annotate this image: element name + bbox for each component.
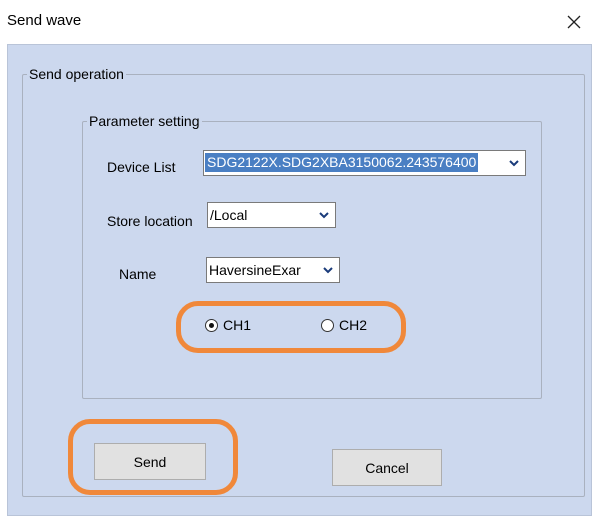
- parameter-setting-legend: Parameter setting: [89, 113, 200, 129]
- device-list-label: Device List: [107, 159, 176, 175]
- window-title: Send wave: [7, 12, 82, 29]
- ch1-radio[interactable]: CH1: [205, 317, 251, 333]
- device-list-value: SDG2122X.SDG2XBA3150062.243576400: [205, 153, 479, 172]
- name-dropdown[interactable]: HaversineExar: [206, 257, 340, 283]
- send-operation-legend: Send operation: [29, 66, 124, 82]
- title-bar: Send wave: [0, 0, 597, 44]
- close-button[interactable]: [551, 0, 597, 44]
- dialog-body: Send operation Parameter setting Device …: [7, 44, 592, 516]
- close-icon: [567, 15, 581, 29]
- chevron-down-icon: [317, 258, 339, 282]
- cancel-button[interactable]: Cancel: [332, 449, 442, 486]
- name-value: HaversineExar: [209, 262, 301, 278]
- radio-unchecked-icon: [321, 318, 334, 332]
- ch2-radio[interactable]: CH2: [321, 317, 367, 333]
- ch1-label: CH1: [223, 317, 252, 333]
- device-list-dropdown[interactable]: SDG2122X.SDG2XBA3150062.243576400: [203, 150, 526, 176]
- radio-checked-icon: [205, 318, 218, 332]
- store-location-label: Store location: [107, 213, 193, 229]
- store-location-dropdown[interactable]: /Local: [207, 202, 336, 228]
- name-label: Name: [119, 266, 157, 282]
- chevron-down-icon: [313, 203, 335, 227]
- send-button[interactable]: Send: [94, 443, 206, 480]
- ch2-label: CH2: [339, 317, 368, 333]
- store-location-value: /Local: [210, 207, 248, 223]
- chevron-down-icon: [503, 151, 525, 175]
